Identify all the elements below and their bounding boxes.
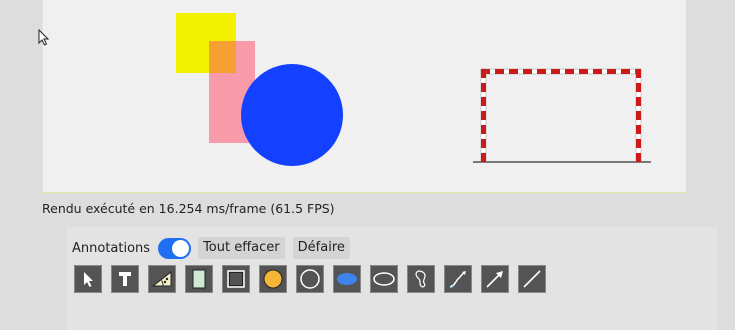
curve-arrow-icon: [449, 271, 466, 288]
goal-posts: [473, 68, 651, 163]
measure-tool-button[interactable]: [148, 265, 176, 293]
overlap-orange: [209, 41, 236, 73]
rectangle-outline-icon: [227, 270, 245, 288]
ellipse-outline-icon: [373, 272, 395, 286]
freehand-tool-button[interactable]: [407, 265, 435, 293]
blue-circle: [241, 64, 343, 166]
clear-all-button[interactable]: Tout effacer: [198, 237, 285, 259]
mouse-cursor-icon: [38, 29, 50, 46]
rectangle-outline-tool-button[interactable]: [222, 265, 250, 293]
select-arrow-icon: [84, 272, 93, 287]
freehand-icon: [415, 270, 426, 288]
toggle-knob: [172, 239, 190, 257]
annotation-panel: Annotations Tout effacer Défaire: [67, 227, 717, 330]
circle-outline-icon: [300, 269, 320, 289]
annotation-toolbar: [74, 265, 555, 293]
filled-circle-tool-button[interactable]: [259, 265, 287, 293]
measure-triangle-icon: [151, 270, 172, 287]
render-status-text: Rendu exécuté en 16.254 ms/frame (61.5 F…: [42, 201, 335, 216]
annotations-label: Annotations: [72, 240, 151, 256]
filled-ellipse-icon: [337, 273, 357, 285]
filled-circle-icon: [263, 269, 283, 289]
circle-outline-tool-button[interactable]: [296, 265, 324, 293]
render-canvas[interactable]: [42, 0, 686, 193]
text-icon: [119, 272, 131, 286]
arrow-icon: [486, 271, 503, 288]
filled-ellipse-tool-button[interactable]: [333, 265, 361, 293]
filled-rectangle-tool-button[interactable]: [185, 265, 213, 293]
undo-button[interactable]: Défaire: [292, 237, 350, 259]
annotation-controls: Annotations Tout effacer Défaire: [72, 237, 358, 259]
line-icon: [523, 270, 541, 288]
select-tool-button[interactable]: [74, 265, 102, 293]
text-tool-button[interactable]: [111, 265, 139, 293]
scene-svg: [176, 13, 651, 166]
curve-arrow-tool-button[interactable]: [444, 265, 472, 293]
annotations-toggle[interactable]: [158, 237, 192, 259]
filled-rectangle-icon: [192, 269, 206, 289]
arrow-tool-button[interactable]: [481, 265, 509, 293]
line-tool-button[interactable]: [518, 265, 546, 293]
ellipse-outline-tool-button[interactable]: [370, 265, 398, 293]
